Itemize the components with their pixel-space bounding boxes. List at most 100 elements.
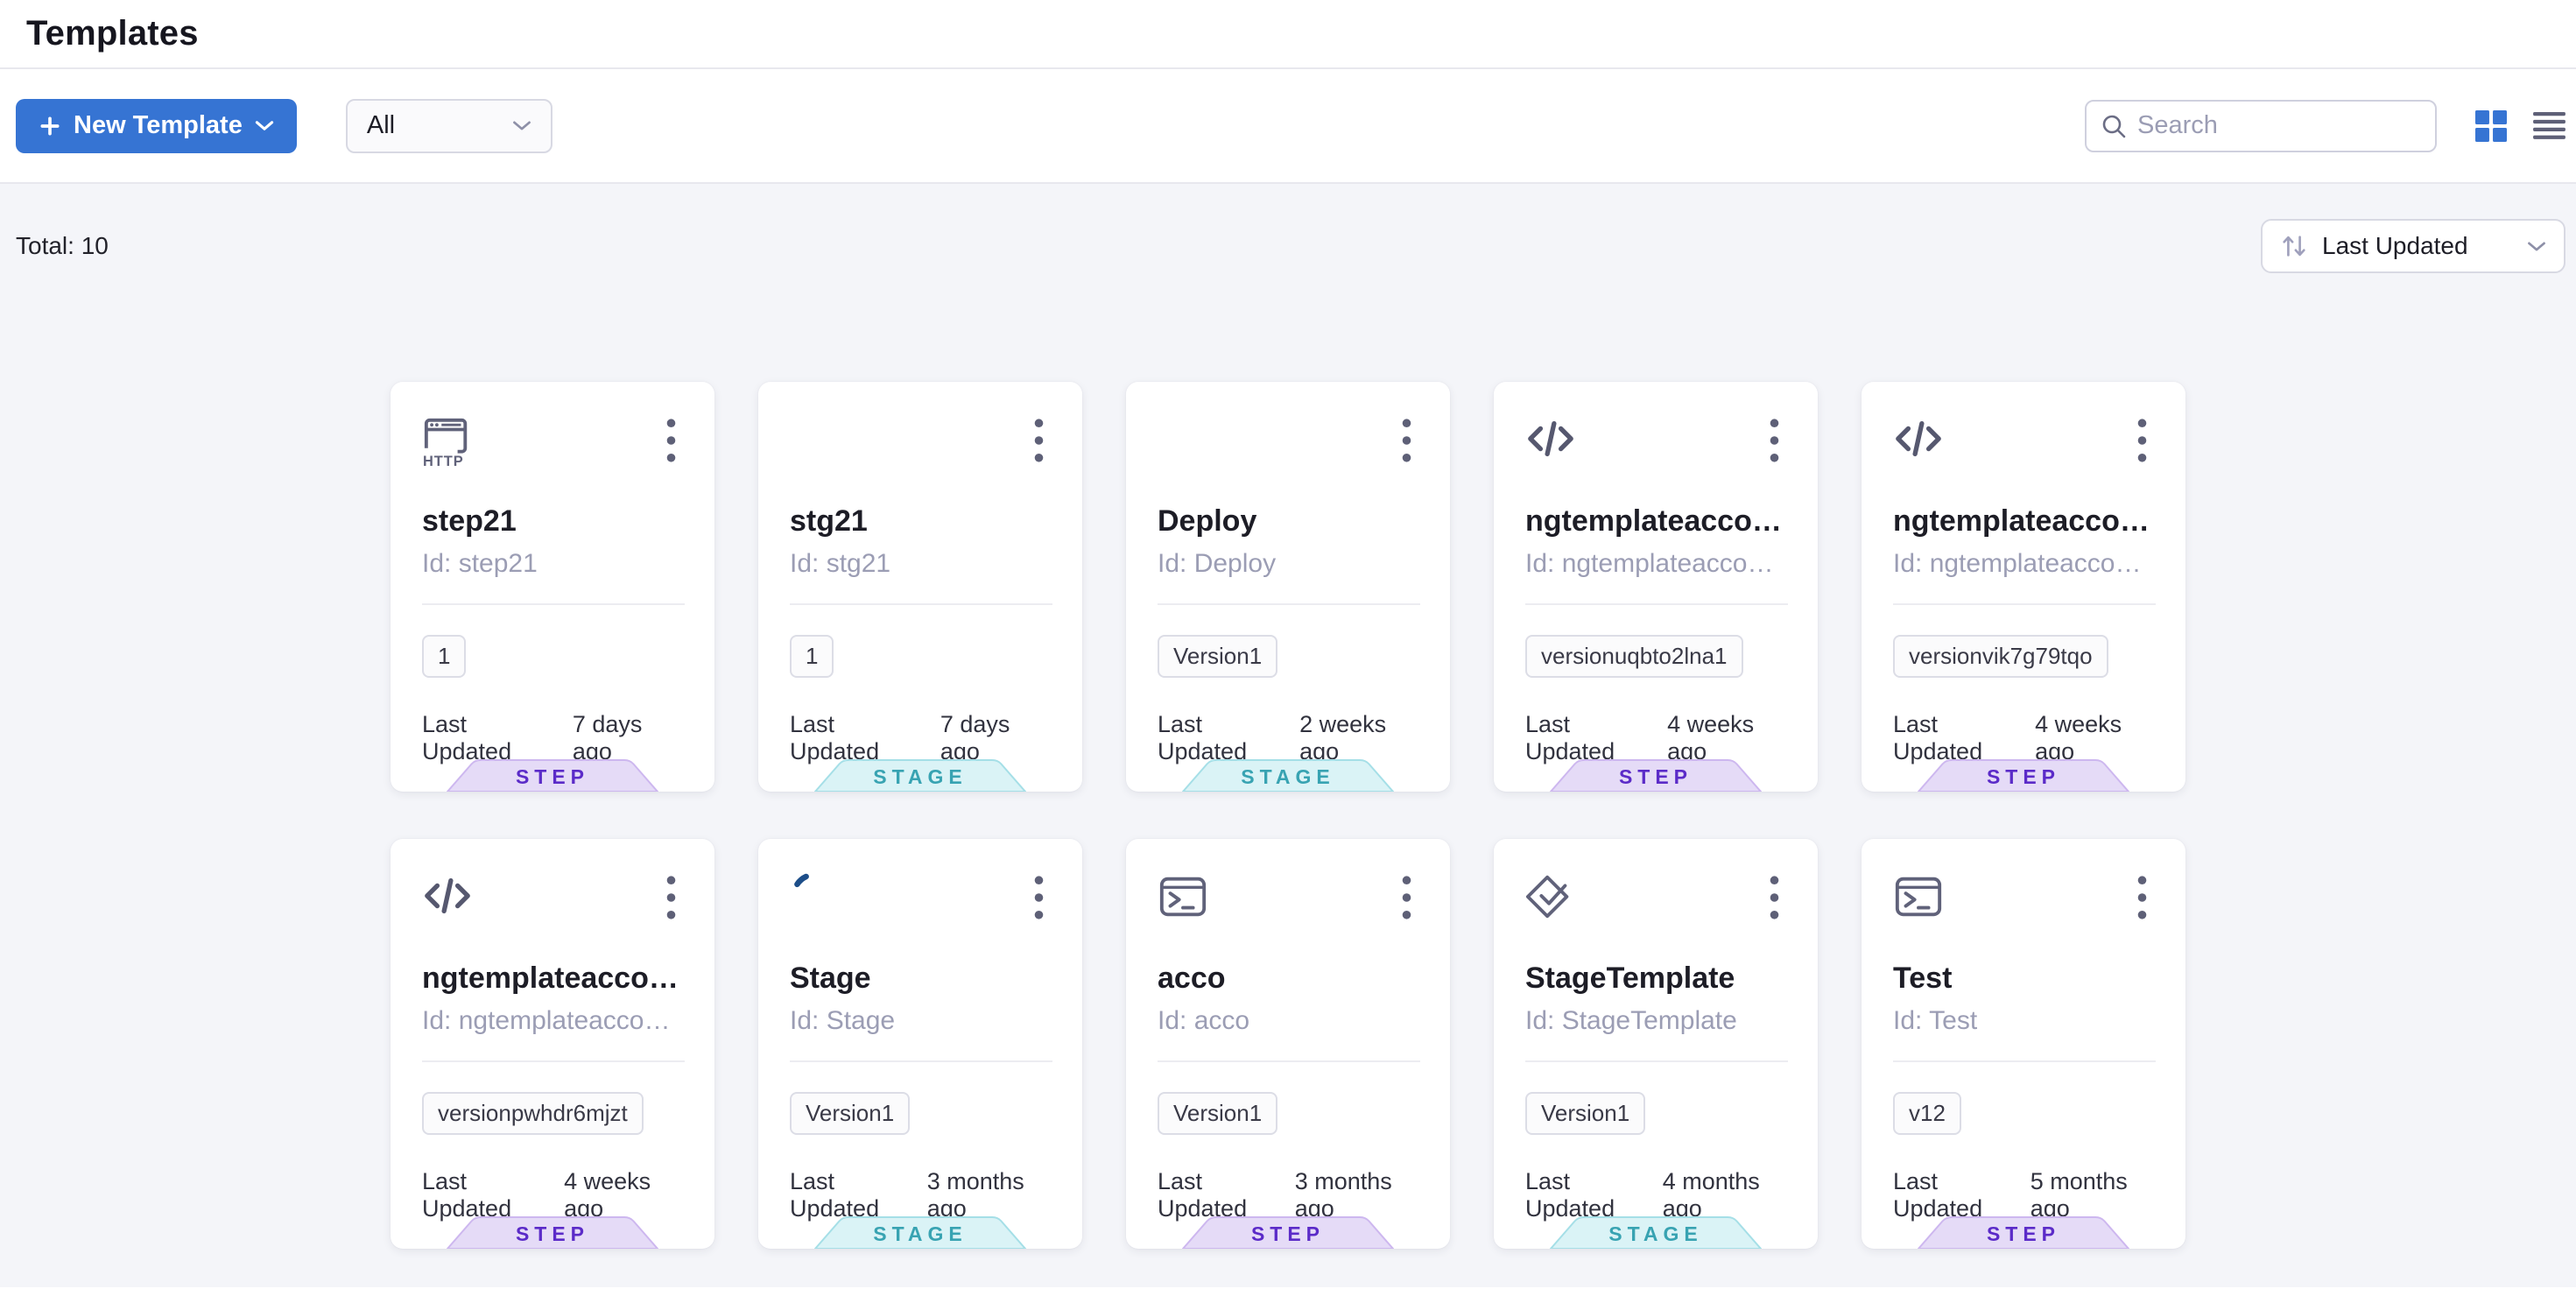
template-type-ribbon: STAGE bbox=[814, 1216, 1026, 1249]
last-updated: Last Updated 4 weeks ago bbox=[1525, 711, 1788, 765]
svg-text:∞: ∞ bbox=[796, 418, 833, 459]
version-tag: 1 bbox=[422, 635, 466, 678]
last-updated-value: 7 days ago bbox=[940, 711, 1052, 765]
template-type-label: STEP bbox=[1918, 1216, 2129, 1249]
version-tag: Version1 bbox=[1158, 635, 1277, 678]
chevron-down-icon bbox=[255, 120, 274, 131]
template-card[interactable]: HTTP ∞ bbox=[391, 382, 714, 792]
template-type-icon: HTTP ∞ bbox=[1158, 870, 1208, 923]
last-updated: Last Updated 4 months ago bbox=[1525, 1168, 1788, 1222]
template-id: Id: ngtemplateaccountlg... bbox=[422, 1006, 685, 1036]
template-card[interactable]: HTTP ∞ bbox=[1494, 382, 1818, 792]
template-card[interactable]: HTTP ∞ bbox=[391, 839, 714, 1249]
template-type-label: STAGE bbox=[1550, 1216, 1762, 1249]
version-tag: versionuqbto2lna1 bbox=[1525, 635, 1743, 678]
version-tag: Version1 bbox=[1525, 1092, 1645, 1135]
last-updated: Last Updated 2 weeks ago bbox=[1158, 711, 1420, 765]
template-card[interactable]: HTTP ∞ bbox=[1862, 839, 2185, 1249]
template-card[interactable]: HTTP ∞ bbox=[1126, 839, 1450, 1249]
template-card[interactable]: HTTP ∞ bbox=[758, 839, 1082, 1249]
last-updated: Last Updated 5 months ago bbox=[1893, 1168, 2156, 1222]
card-menu-button[interactable] bbox=[1025, 413, 1052, 462]
last-updated-label: Last Updated bbox=[1525, 1168, 1649, 1222]
template-id: Id: ngtemplateaccountt9... bbox=[1525, 549, 1788, 579]
version-tag: v12 bbox=[1893, 1092, 1961, 1135]
card-menu-button[interactable] bbox=[1761, 413, 1788, 462]
page-header: Templates bbox=[0, 0, 2576, 69]
template-type-label: STEP bbox=[447, 759, 658, 792]
version-tag: Version1 bbox=[790, 1092, 910, 1135]
card-menu-button[interactable] bbox=[1393, 413, 1420, 462]
list-view-button[interactable] bbox=[2533, 112, 2565, 139]
last-updated: Last Updated 3 months ago bbox=[790, 1168, 1052, 1222]
last-updated-value: 4 weeks ago bbox=[564, 1168, 685, 1222]
card-menu-button[interactable] bbox=[2129, 870, 2156, 919]
toolbar: New Template All bbox=[0, 69, 2576, 184]
cd-stage-icon: ∞ bbox=[790, 413, 841, 466]
sort-arrows-icon bbox=[2280, 232, 2308, 260]
template-card[interactable]: HTTP ∞ bbox=[1126, 382, 1450, 792]
template-type-label: STEP bbox=[1918, 759, 2129, 792]
template-type-label: STAGE bbox=[1182, 759, 1394, 792]
last-updated-value: 4 weeks ago bbox=[2035, 711, 2156, 765]
search-input[interactable] bbox=[2137, 111, 2421, 140]
template-type-label: STAGE bbox=[814, 1216, 1026, 1249]
template-type-ribbon: STAGE bbox=[1182, 759, 1394, 792]
card-menu-button[interactable] bbox=[1393, 870, 1420, 919]
version-tag: 1 bbox=[790, 635, 834, 678]
template-id: Id: Deploy bbox=[1158, 549, 1420, 579]
template-card[interactable]: HTTP ∞ bbox=[758, 382, 1082, 792]
template-type-icon: HTTP ∞ bbox=[1525, 870, 1576, 923]
template-type-icon: HTTP ∞ bbox=[790, 413, 841, 466]
kebab-icon bbox=[1034, 419, 1044, 462]
last-updated-label: Last Updated bbox=[422, 1168, 550, 1222]
kebab-icon bbox=[2137, 876, 2147, 919]
template-type-ribbon: STAGE bbox=[814, 759, 1026, 792]
card-menu-button[interactable] bbox=[658, 413, 685, 462]
chevron-down-icon bbox=[512, 120, 531, 131]
kebab-icon bbox=[2137, 419, 2147, 462]
last-updated-value: 7 days ago bbox=[573, 711, 685, 765]
kebab-icon bbox=[1770, 876, 1779, 919]
template-id: Id: stg21 bbox=[790, 549, 1052, 579]
last-updated-value: 3 months ago bbox=[927, 1168, 1052, 1222]
last-updated: Last Updated 4 weeks ago bbox=[1893, 711, 2156, 765]
approval-stage-icon bbox=[1525, 870, 1576, 923]
template-type-ribbon: STEP bbox=[447, 1216, 658, 1249]
last-updated-label: Last Updated bbox=[1158, 1168, 1281, 1222]
custom-stage-icon bbox=[790, 870, 839, 919]
template-name: step21 bbox=[422, 504, 685, 539]
template-card[interactable]: HTTP ∞ bbox=[1862, 382, 2185, 792]
sort-label: Last Updated bbox=[2322, 232, 2513, 260]
template-type-label: STEP bbox=[1182, 1216, 1394, 1249]
last-updated-label: Last Updated bbox=[790, 711, 926, 765]
template-card[interactable]: HTTP ∞ bbox=[1494, 839, 1818, 1249]
filter-dropdown[interactable]: All bbox=[346, 99, 553, 153]
plus-icon bbox=[39, 115, 61, 137]
template-name: Deploy bbox=[1158, 504, 1420, 539]
grid-view-button[interactable] bbox=[2475, 110, 2507, 142]
template-name: Stage bbox=[790, 961, 1052, 996]
search-icon bbox=[2101, 113, 2127, 139]
card-menu-button[interactable] bbox=[2129, 413, 2156, 462]
template-type-icon: HTTP ∞ bbox=[1525, 413, 1576, 466]
kebab-icon bbox=[666, 419, 676, 462]
last-updated-label: Last Updated bbox=[790, 1168, 913, 1222]
card-menu-button[interactable] bbox=[1761, 870, 1788, 919]
last-updated-label: Last Updated bbox=[1158, 711, 1285, 765]
meta-row: Total: 10 Last Updated bbox=[0, 184, 2576, 273]
card-menu-button[interactable] bbox=[1025, 870, 1052, 919]
content-area: Total: 10 Last Updated bbox=[0, 184, 2576, 1287]
last-updated-value: 5 months ago bbox=[2031, 1168, 2156, 1222]
template-id: Id: Stage bbox=[790, 1006, 1052, 1036]
last-updated-value: 2 weeks ago bbox=[1299, 711, 1420, 765]
filter-value: All bbox=[367, 111, 395, 140]
sort-dropdown[interactable]: Last Updated bbox=[2261, 219, 2565, 273]
new-template-button[interactable]: New Template bbox=[16, 99, 297, 153]
last-updated-label: Last Updated bbox=[1893, 1168, 2016, 1222]
code-icon bbox=[1525, 413, 1576, 466]
card-menu-button[interactable] bbox=[658, 870, 685, 919]
template-id: Id: ngtemplateaccountk... bbox=[1893, 549, 2156, 579]
template-id: Id: acco bbox=[1158, 1006, 1420, 1036]
template-name: ngtemplateaccountl... bbox=[422, 961, 685, 996]
